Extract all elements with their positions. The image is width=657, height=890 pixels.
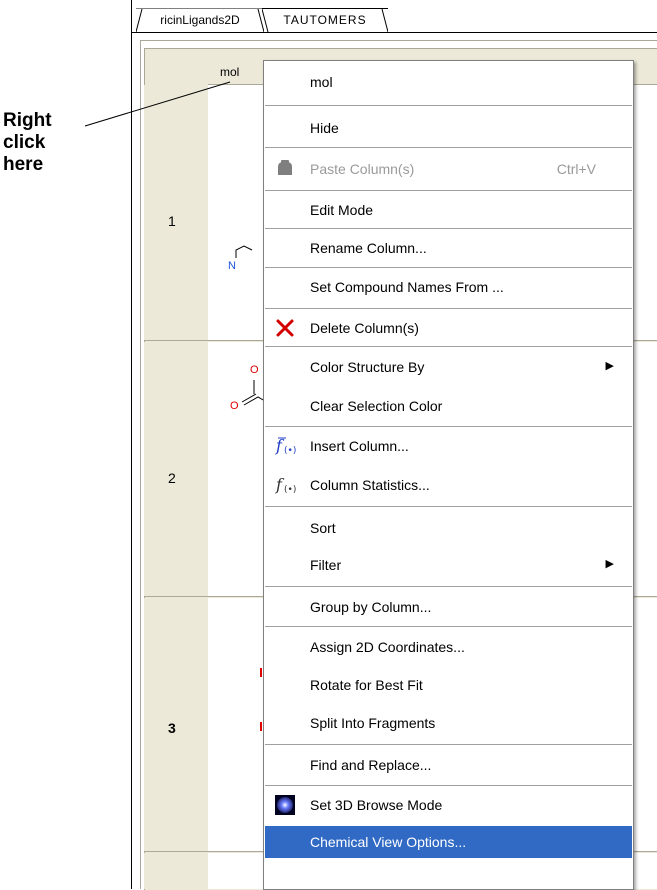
menu-item-filter[interactable]: Filter ▶ [265, 549, 632, 581]
tab-label: ricinLigands2D [160, 13, 240, 27]
svg-text:(•): (•) [284, 446, 296, 456]
menu-item-insert-column[interactable]: f (•) Insert Column... [265, 430, 632, 462]
menu-item-color-structure-by[interactable]: Color Structure By ▶ [265, 351, 632, 383]
menu-separator [265, 626, 632, 627]
menu-separator [265, 785, 632, 786]
bond-fragment [235, 245, 253, 258]
menu-separator [265, 506, 632, 507]
callout-line-3: here [3, 154, 44, 175]
menu-separator [265, 308, 632, 309]
atom-label: O [250, 364, 259, 376]
menu-item-rotate-for-best-fit[interactable]: Rotate for Best Fit [265, 669, 632, 701]
menu-separator [265, 105, 632, 106]
context-menu: mol Hide Paste Column(s) Ctrl+V Edit Mod… [263, 60, 634, 890]
paste-shortcut: Ctrl+V [556, 161, 596, 177]
paste-clipboard-icon [275, 159, 295, 179]
menu-item-group-by-column[interactable]: Group by Column... [265, 591, 632, 623]
column-header-label: mol [220, 65, 240, 79]
menu-item-delete-columns[interactable]: Delete Column(s) [265, 312, 632, 344]
menu-item-column-statistics[interactable]: f (•) Column Statistics... [265, 469, 632, 501]
function-icon: f (•) [275, 436, 296, 456]
delete-x-icon [275, 318, 295, 338]
menu-item-hide[interactable]: Hide [265, 112, 632, 144]
menu-separator [265, 228, 632, 229]
menu-item-edit-mode[interactable]: Edit Mode [265, 194, 632, 226]
menu-item-split-into-fragments[interactable]: Split Into Fragments [265, 707, 632, 739]
annotation-callout: Right click here [3, 110, 83, 176]
svg-text:(•): (•) [284, 485, 296, 495]
menu-separator [265, 267, 632, 268]
menu-separator [265, 346, 632, 347]
menu-item-rename-column[interactable]: Rename Column... [265, 232, 632, 264]
submenu-arrow-icon: ▶ [605, 360, 614, 372]
submenu-arrow-icon: ▶ [605, 558, 614, 570]
row-header[interactable]: 1 [144, 85, 208, 341]
menu-item-assign-2d-coordinates[interactable]: Assign 2D Coordinates... [265, 631, 632, 663]
function-icon: f (•) [275, 475, 296, 495]
menu-item-set-compound-names[interactable]: Set Compound Names From ... [265, 271, 632, 303]
menu-item-sort[interactable]: Sort [265, 512, 632, 544]
row-index: 1 [168, 213, 176, 229]
tab-label: TAUTOMERS [283, 13, 367, 27]
row-header[interactable]: 2 [144, 342, 208, 597]
menu-item-clear-selection-color[interactable]: Clear Selection Color [265, 390, 632, 422]
tab-baseline-inner [140, 40, 657, 41]
menu-item-column-name[interactable]: mol [265, 66, 632, 98]
menu-item-set-3d-browse-mode[interactable]: Set 3D Browse Mode [265, 789, 632, 821]
menu-separator [265, 744, 632, 745]
3d-sphere-icon [275, 795, 295, 815]
callout-line-2: click [3, 132, 46, 153]
atom-fragment [260, 668, 262, 677]
menu-item-chemical-view-options[interactable]: Chemical View Options... [265, 826, 632, 858]
tab-ricinligands2d[interactable]: ricinLigands2D [136, 8, 264, 33]
menu-separator [265, 190, 632, 191]
row-index: 2 [168, 470, 176, 486]
callout-line-1: Right [3, 110, 52, 131]
row-header[interactable] [144, 853, 208, 889]
menu-separator [265, 426, 632, 427]
menu-item-paste-columns[interactable]: Paste Column(s) Ctrl+V [265, 153, 632, 185]
row-index: 3 [168, 720, 176, 736]
window-left-edge [131, 0, 132, 889]
atom-fragment [260, 722, 262, 731]
menu-item-find-and-replace[interactable]: Find and Replace... [265, 749, 632, 781]
tab-panel-left [140, 40, 141, 889]
tab-tautomers[interactable]: TAUTOMERS [262, 8, 388, 33]
row-header[interactable]: 3 [144, 598, 208, 852]
menu-separator [265, 586, 632, 587]
menu-separator [265, 147, 632, 148]
